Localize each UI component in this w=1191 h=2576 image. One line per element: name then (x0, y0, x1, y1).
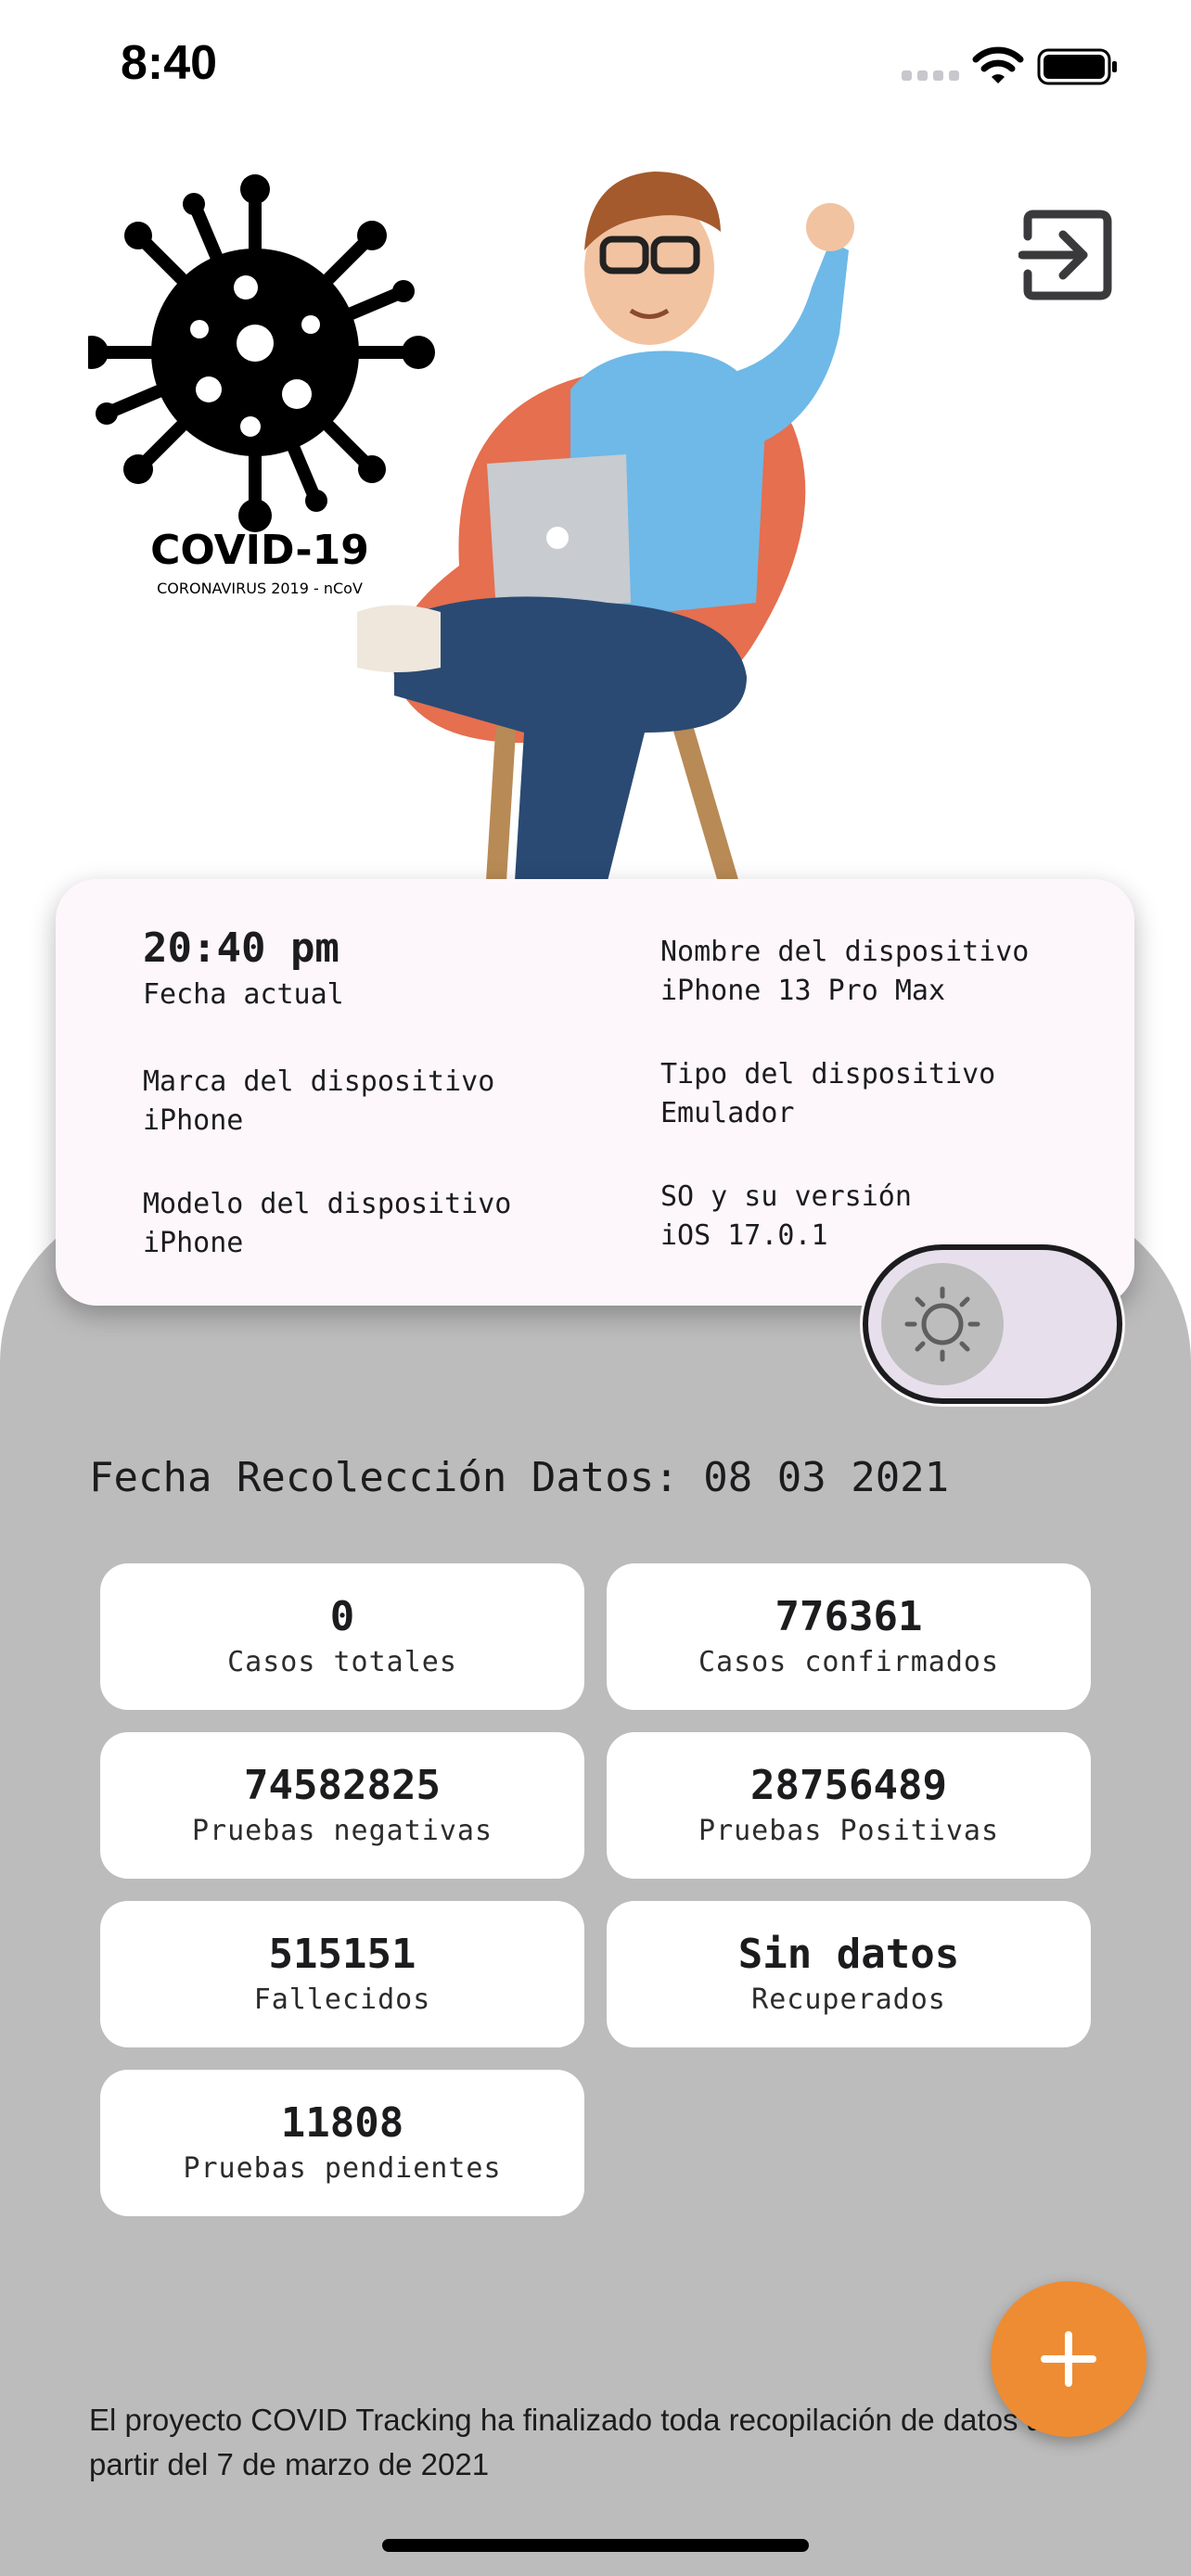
add-button[interactable] (991, 2281, 1146, 2437)
device-name: Nombre del dispositivo iPhone 13 Pro Max (660, 933, 1029, 1011)
stat-card-confirmed-cases: 776361 Casos confirmados (607, 1563, 1091, 1710)
stat-card-negative-tests: 74582825 Pruebas negativas (100, 1732, 584, 1879)
stat-label: Pruebas pendientes (183, 2152, 502, 2185)
theme-toggle[interactable] (863, 1244, 1122, 1404)
device-brand-value: iPhone (143, 1104, 244, 1137)
stat-value: 515151 (268, 1931, 416, 1978)
stat-value: 11808 (280, 2099, 404, 2147)
hero-illustration: COVID-19 CORONAVIRUS 2019 - nCoV (88, 172, 854, 881)
home-indicator[interactable] (382, 2539, 809, 2552)
device-type-label: Tipo del dispositivo (660, 1058, 996, 1090)
device-type-value: Emulador (660, 1097, 795, 1129)
device-model-label: Modelo del dispositivo (143, 1188, 512, 1220)
battery-icon (1037, 48, 1117, 85)
device-name-label: Nombre del dispositivo (660, 936, 1030, 968)
stat-value: 0 (329, 1593, 355, 1640)
stat-value: 776361 (775, 1593, 923, 1640)
device-name-value: iPhone 13 Pro Max (660, 975, 946, 1007)
exit-icon[interactable] (1018, 209, 1121, 301)
stat-label: Casos confirmados (698, 1646, 1000, 1678)
status-time: 8:40 (121, 36, 218, 90)
device-os: SO y su versión iOS 17.0.1 (660, 1178, 912, 1256)
stat-card-positive-tests: 28756489 Pruebas Positivas (607, 1732, 1091, 1879)
stat-label: Pruebas Positivas (698, 1815, 1000, 1847)
cellular-signal-icon (902, 70, 959, 81)
toggle-knob (881, 1263, 1004, 1385)
stat-card-recovered: Sin datos Recuperados (607, 1901, 1091, 2047)
stat-value: Sin datos (737, 1931, 960, 1978)
current-time: 20:40 pm (143, 925, 339, 972)
logo-title: COVID-19 (150, 527, 369, 574)
stat-label: Casos totales (227, 1646, 457, 1678)
wifi-icon (972, 46, 1024, 83)
logo-subtitle: CORONAVIRUS 2019 - nCoV (157, 580, 363, 597)
device-os-value: iOS 17.0.1 (660, 1219, 828, 1252)
device-brand-label: Marca del dispositivo (143, 1065, 495, 1098)
device-type: Tipo del dispositivo Emulador (660, 1055, 995, 1133)
stat-card-pending-tests: 11808 Pruebas pendientes (100, 2070, 584, 2216)
stat-label: Pruebas negativas (191, 1815, 493, 1847)
data-collection-date: Fecha Recolección Datos: 08 03 2021 (89, 1454, 950, 1501)
device-info-card: 20:40 pm Fecha actual Marca del disposit… (56, 879, 1134, 1306)
stat-label: Recuperados (751, 1983, 946, 2016)
sun-icon (904, 1286, 980, 1362)
device-model: Modelo del dispositivo iPhone (143, 1185, 511, 1263)
stat-label: Fallecidos (253, 1983, 431, 2016)
virus-icon (88, 174, 435, 532)
stat-card-deceased: 515151 Fallecidos (100, 1901, 584, 2047)
device-model-value: iPhone (143, 1227, 244, 1259)
stat-card-total-cases: 0 Casos totales (100, 1563, 584, 1710)
device-os-label: SO y su versión (660, 1180, 912, 1213)
device-brand: Marca del dispositivo iPhone (143, 1063, 494, 1141)
current-time-block: 20:40 pm Fecha actual (143, 922, 344, 1014)
footer-note: El proyecto COVID Tracking ha finalizado… (89, 2403, 1044, 2481)
stat-value: 74582825 (244, 1762, 441, 1809)
stat-value: 28756489 (750, 1762, 947, 1809)
current-date-label: Fecha actual (143, 978, 344, 1011)
